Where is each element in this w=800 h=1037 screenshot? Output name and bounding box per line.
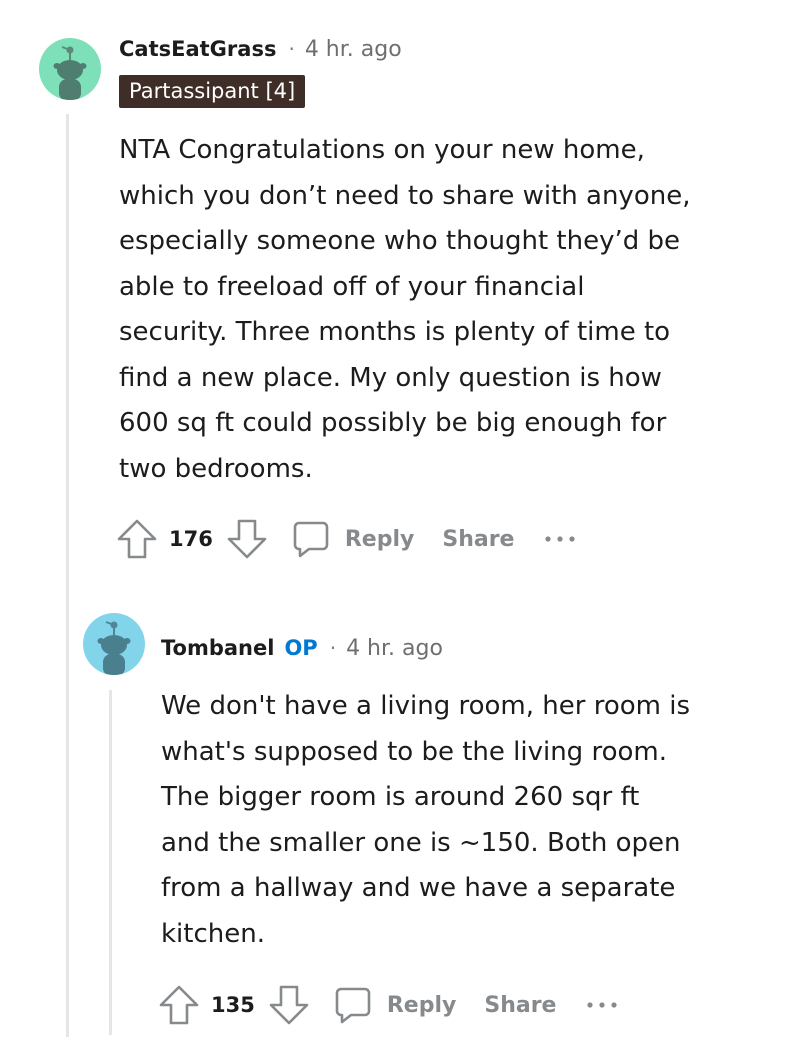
op-badge: OP — [284, 636, 318, 660]
comment-line: We don't have a living room, her room is — [161, 691, 691, 721]
reply-button[interactable]: Reply — [333, 985, 457, 1025]
downvote-icon[interactable] — [225, 517, 269, 561]
share-button[interactable]: Share — [484, 993, 556, 1018]
comment-line: find a new place. My only question is ho… — [119, 362, 662, 393]
upvote-icon[interactable] — [157, 983, 201, 1027]
comment-line: 600 sq ft could possibly be big enough f… — [119, 408, 667, 438]
comment-line: what's supposed to be the living room. — [161, 736, 667, 767]
thread-line[interactable] — [109, 690, 112, 1035]
user-flair: Partassipant [4] — [119, 75, 306, 108]
more-options-icon[interactable] — [586, 1000, 618, 1010]
user-avatar[interactable] — [39, 38, 101, 100]
comment-bubble-icon — [291, 519, 331, 559]
reply-label: Reply — [344, 526, 415, 552]
comment-line: which you don’t need to share with anyon… — [119, 180, 691, 211]
separator-dot: · — [329, 636, 337, 660]
comment-body: NTA Congratulations on your new home, wh… — [119, 128, 759, 492]
vote-score: 135 — [211, 993, 255, 1017]
comment-header: Tombanel OP · 4 hr. ago — [161, 632, 443, 664]
comment-header: CatsEatGrass · 4 hr. ago — [119, 33, 402, 65]
comment-body: We don't have a living room, her room is… — [161, 684, 761, 957]
comment-line: security. Three months is plenty of time… — [119, 317, 671, 347]
separator-dot: · — [288, 37, 295, 61]
reply-button[interactable]: Reply — [291, 519, 415, 559]
comment-bubble-icon — [333, 985, 373, 1025]
comment-line: from a hallway and we have a separate — [161, 873, 676, 903]
snoo-avatar-icon — [53, 46, 87, 100]
comment-line: kitchen. — [161, 918, 265, 949]
username[interactable]: CatsEatGrass — [119, 37, 276, 61]
share-button[interactable]: Share — [442, 527, 514, 552]
comment-line: The bigger room is around 260 sqr ft — [161, 782, 640, 812]
timestamp[interactable]: 4 hr. ago — [305, 37, 402, 62]
reply-label: Reply — [386, 992, 457, 1018]
thread-line[interactable] — [66, 114, 69, 1037]
user-avatar[interactable] — [83, 613, 145, 675]
comment-line: especially someone who thought they’d be — [119, 226, 681, 256]
downvote-icon[interactable] — [267, 983, 311, 1027]
timestamp[interactable]: 4 hr. ago — [346, 636, 443, 661]
username[interactable]: Tombanel — [161, 636, 274, 660]
comment-line: and the smaller one is ~150. Both open — [161, 827, 681, 858]
comment-actions: 135 Reply Share — [157, 980, 618, 1030]
snoo-avatar-icon — [97, 621, 131, 675]
vote-score: 176 — [169, 527, 213, 551]
comment-line: two bedrooms. — [119, 453, 313, 484]
comment-line: NTA Congratulations on your new home, — [119, 135, 645, 165]
upvote-icon[interactable] — [115, 517, 159, 561]
comment-line: able to freeload off of your financial — [119, 271, 585, 302]
comment-actions: 176 Reply Share — [115, 514, 576, 564]
more-options-icon[interactable] — [544, 534, 576, 544]
